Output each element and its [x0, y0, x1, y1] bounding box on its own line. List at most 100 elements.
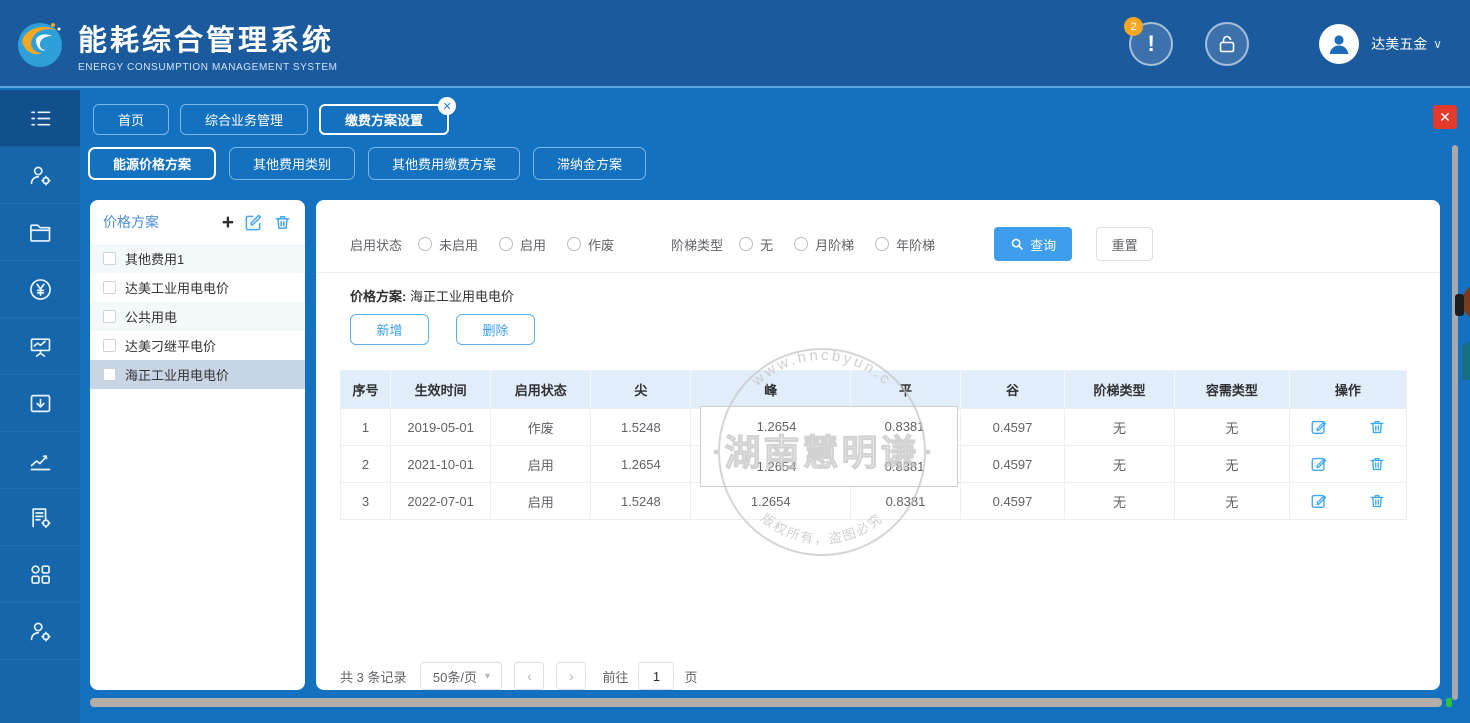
- radio-icon[interactable]: [739, 237, 753, 251]
- checkbox[interactable]: [103, 339, 116, 352]
- radio-icon[interactable]: [499, 237, 513, 251]
- tab-close-icon[interactable]: ✕: [438, 97, 456, 115]
- cell: 3: [341, 483, 391, 519]
- app-header: 能耗综合管理系统 ENERGY CONSUMPTION MANAGEMENT S…: [0, 0, 1470, 88]
- vertical-scrollbar[interactable]: [1452, 145, 1458, 700]
- add-button[interactable]: 新增: [350, 314, 429, 345]
- checkbox[interactable]: [103, 281, 116, 294]
- sidebar-item-import[interactable]: [0, 375, 80, 432]
- subtab-label: 其他费用类别: [253, 154, 331, 173]
- plan-list-item-selected[interactable]: 海正工业用电电价: [90, 360, 305, 389]
- prev-page-button[interactable]: ‹: [514, 662, 544, 690]
- filter-row: 启用状态 未启用 启用 作废 阶梯类型 无 月阶梯 年阶梯 查询 重置: [350, 226, 1420, 262]
- value-overlay-box: 1.2654 0.8381 1.2654 0.8381: [700, 406, 958, 487]
- search-icon: [1010, 237, 1024, 251]
- chevron-down-icon[interactable]: ∨: [1433, 37, 1442, 51]
- next-page-button[interactable]: ›: [556, 662, 586, 690]
- sidebar-item-settings-doc[interactable]: [0, 489, 80, 546]
- delete-row-icon[interactable]: [1368, 492, 1386, 510]
- radio-icon[interactable]: [418, 237, 432, 251]
- edit-plan-icon[interactable]: [244, 213, 263, 232]
- subtab-other-fee-payment-plan[interactable]: 其他费用缴费方案: [368, 147, 520, 180]
- checkbox[interactable]: [103, 368, 116, 381]
- sidebar-item-user-gear-2[interactable]: [0, 603, 80, 660]
- tier-type-label: 阶梯类型: [671, 235, 723, 254]
- edit-row-icon[interactable]: [1310, 418, 1328, 436]
- username[interactable]: 达美五金: [1371, 34, 1427, 54]
- checkbox[interactable]: [103, 310, 116, 323]
- horizontal-scrollbar[interactable]: [90, 698, 1442, 707]
- col-header: 序号: [341, 371, 391, 408]
- tab-home[interactable]: 首页: [93, 104, 169, 135]
- chevron-right-icon: ›: [569, 668, 574, 684]
- plan-list-item[interactable]: 达美工业用电电价: [90, 273, 305, 302]
- current-plan-line: 价格方案: 海正工业用电电价: [350, 286, 514, 305]
- page-size-select[interactable]: 50条/页 ▾: [420, 662, 502, 690]
- record-count: 共 3 条记录: [340, 667, 406, 686]
- tab-home-label: 首页: [118, 110, 144, 129]
- lock-button[interactable]: [1205, 22, 1249, 66]
- plan-list-item[interactable]: 其他费用1: [90, 244, 305, 273]
- col-header: 生效时间: [391, 371, 491, 408]
- table-header-row: 序号 生效时间 启用状态 尖 峰 平 谷 阶梯类型 容需类型 操作: [341, 371, 1406, 408]
- pagination: 共 3 条记录 50条/页 ▾ ‹ › 前往 页: [340, 662, 698, 690]
- plan-list-item[interactable]: 公共用电: [90, 302, 305, 331]
- plan-list-item[interactable]: 达美刁继平电价: [90, 331, 305, 360]
- query-button[interactable]: 查询: [994, 227, 1072, 261]
- tab-business-mgmt[interactable]: 综合业务管理: [180, 104, 308, 135]
- checkbox[interactable]: [103, 252, 116, 265]
- subtab-label: 其他费用缴费方案: [392, 154, 496, 173]
- delete-button[interactable]: 删除: [456, 314, 535, 345]
- sidebar-item-report[interactable]: [0, 432, 80, 489]
- edit-row-icon[interactable]: [1310, 492, 1328, 510]
- row-actions: [1290, 409, 1406, 445]
- user-avatar[interactable]: [1319, 24, 1359, 64]
- cell: 启用: [491, 446, 591, 482]
- reset-button[interactable]: 重置: [1096, 227, 1153, 261]
- sidebar-item-apps[interactable]: [0, 546, 80, 603]
- cell: 1.5248: [591, 483, 691, 519]
- radio-voided[interactable]: 作废: [567, 235, 614, 254]
- col-header: 平: [851, 371, 961, 408]
- page-number-input[interactable]: [638, 662, 674, 690]
- radio-icon[interactable]: [794, 237, 808, 251]
- customer-service-widget[interactable]: [1454, 276, 1470, 380]
- subtab-energy-price-plan[interactable]: 能源价格方案: [88, 147, 216, 180]
- subtab-late-fee-plan[interactable]: 滞纳金方案: [533, 147, 646, 180]
- delete-row-icon[interactable]: [1368, 418, 1386, 436]
- col-header: 启用状态: [491, 371, 591, 408]
- cell: 1.5248: [591, 409, 691, 445]
- presentation-chart-icon: [27, 333, 54, 360]
- sidebar-item-menu[interactable]: [0, 90, 80, 147]
- delete-row-icon[interactable]: [1368, 455, 1386, 473]
- tab-payment-plan-settings[interactable]: 缴费方案设置 ✕: [319, 104, 449, 135]
- notification-button[interactable]: ! 2: [1129, 22, 1173, 66]
- close-page-button[interactable]: ✕: [1433, 105, 1457, 129]
- radio-icon[interactable]: [567, 237, 581, 251]
- sidebar-item-user-gear[interactable]: [0, 147, 80, 204]
- radio-tier-none[interactable]: 无: [739, 235, 773, 254]
- radio-tier-year[interactable]: 年阶梯: [875, 235, 935, 254]
- radio-not-enabled[interactable]: 未启用: [418, 235, 478, 254]
- sidebar-item-price[interactable]: [0, 261, 80, 318]
- page-unit-label: 页: [684, 667, 697, 686]
- radio-label: 未启用: [439, 235, 478, 254]
- radio-tier-month[interactable]: 月阶梯: [794, 235, 854, 254]
- cell: 无: [1065, 483, 1175, 519]
- cell: 1: [341, 409, 391, 445]
- delete-plan-icon[interactable]: [273, 213, 292, 232]
- cell: 无: [1175, 446, 1290, 482]
- sidebar-item-dashboard[interactable]: [0, 318, 80, 375]
- radio-enabled[interactable]: 启用: [499, 235, 546, 254]
- radio-icon[interactable]: [875, 237, 889, 251]
- edit-row-icon[interactable]: [1310, 455, 1328, 473]
- add-plan-icon[interactable]: +: [222, 212, 234, 233]
- cell: 无: [1065, 446, 1175, 482]
- col-header: 容需类型: [1175, 371, 1290, 408]
- subtab-other-fee-category[interactable]: 其他费用类别: [229, 147, 355, 180]
- plan-item-label: 其他费用1: [125, 249, 184, 268]
- notification-badge: 2: [1124, 17, 1143, 36]
- sub-tabs: 能源价格方案 其他费用类别 其他费用缴费方案 滞纳金方案: [88, 147, 646, 180]
- sidebar-item-folder[interactable]: [0, 204, 80, 261]
- current-plan-label: 价格方案:: [350, 289, 406, 304]
